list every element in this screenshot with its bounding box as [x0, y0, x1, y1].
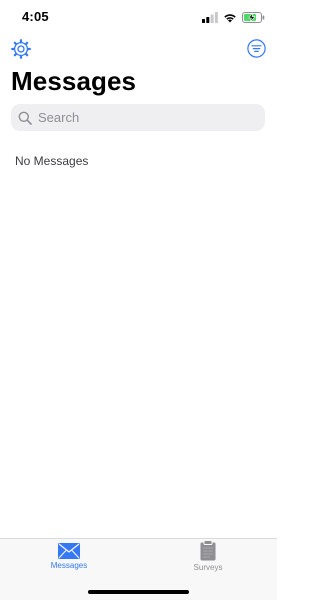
settings-button[interactable]	[11, 39, 31, 59]
tab-surveys[interactable]: Surveys	[168, 540, 248, 577]
tab-surveys-label: Surveys	[193, 563, 223, 572]
empty-state-message: No Messages	[15, 154, 89, 168]
tab-messages[interactable]: Messages	[29, 543, 109, 577]
status-bar: 4:05	[0, 0, 277, 34]
filter-icon	[247, 39, 266, 58]
gear-icon	[11, 39, 31, 59]
filter-button[interactable]	[247, 39, 266, 58]
status-icons	[202, 11, 265, 23]
wifi-icon	[224, 13, 236, 22]
cellular-signal-icon	[202, 11, 218, 23]
tab-messages-label: Messages	[50, 561, 88, 570]
status-time: 4:05	[22, 9, 49, 24]
page-title: Messages	[11, 66, 137, 96]
envelope-icon	[58, 543, 80, 559]
battery-charging-icon	[242, 11, 265, 23]
search-bar[interactable]	[11, 104, 265, 131]
home-indicator[interactable]	[88, 590, 189, 594]
clipboard-icon	[200, 540, 216, 561]
search-icon	[18, 111, 32, 125]
app-screen: 4:05 Messages Search No Messages Message…	[0, 0, 277, 600]
search-input[interactable]	[38, 110, 248, 125]
